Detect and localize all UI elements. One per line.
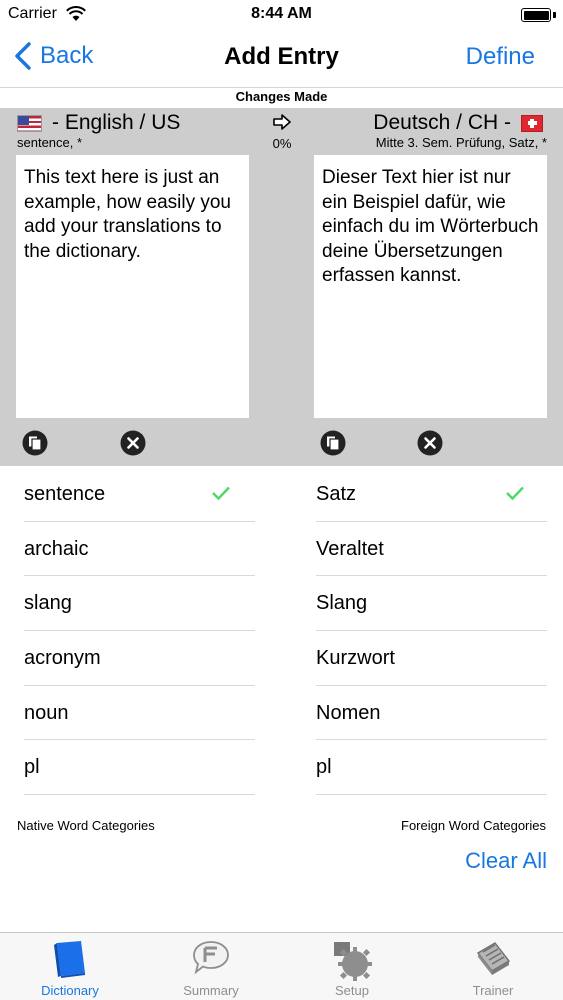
gear-icon: [334, 942, 372, 981]
category-label: Satz: [316, 483, 357, 505]
speech-bubble-icon: [193, 941, 229, 975]
navigation-bar: Back Add Entry Define: [0, 30, 563, 88]
category-label: noun: [24, 701, 69, 724]
native-language-label: - English / US: [52, 111, 181, 134]
tab-summary[interactable]: Summary: [141, 933, 281, 1000]
category-label: sentence: [24, 483, 106, 505]
tab-bar: Dictionary Summary Setup Trainer: [0, 932, 563, 1000]
list-item[interactable]: Nomen: [316, 686, 547, 741]
category-label: Slang: [316, 592, 368, 615]
tab-trainer[interactable]: Trainer: [423, 933, 563, 1000]
foreign-text-field[interactable]: Dieser Text hier ist nur ein Beispiel da…: [314, 155, 547, 418]
list-item[interactable]: noun: [24, 686, 255, 741]
clear-all-button[interactable]: Clear All: [465, 848, 547, 874]
define-button[interactable]: Define: [466, 43, 535, 71]
tab-dictionary[interactable]: Dictionary: [0, 933, 140, 1000]
card-stack-icon: [476, 942, 511, 975]
list-item[interactable]: sentence: [24, 467, 255, 522]
tab-label: Setup: [335, 983, 369, 998]
tab-label: Trainer: [472, 983, 514, 998]
battery-icon: [521, 8, 551, 22]
status-time: 8:44 AM: [251, 5, 312, 22]
list-item[interactable]: Kurzwort: [316, 631, 547, 686]
list-item[interactable]: Veraltet: [316, 522, 547, 577]
us-flag-icon: [17, 114, 42, 132]
foreign-subtitle: Mitte 3. Sem. Prüfung, Satz, *: [375, 135, 547, 150]
copy-foreign-icon[interactable]: [320, 430, 346, 456]
native-subtitle: sentence, *: [17, 135, 83, 150]
category-label: Veraltet: [316, 537, 384, 560]
native-text-field[interactable]: This text here is just an example, how e…: [16, 155, 249, 418]
list-item[interactable]: archaic: [24, 522, 255, 577]
category-label: slang: [24, 592, 72, 615]
copy-native-icon[interactable]: [22, 430, 48, 456]
native-language-button[interactable]: - English / US: [17, 111, 180, 135]
foreign-language-label: Deutsch / CH -: [373, 111, 511, 134]
chevron-left-icon: [15, 42, 31, 70]
progress-label: 0%: [272, 136, 292, 151]
tab-setup[interactable]: Setup: [282, 933, 422, 1000]
list-item[interactable]: pl: [316, 740, 547, 796]
arrow-right-icon[interactable]: [273, 114, 291, 130]
switzerland-flag-icon: [521, 114, 543, 132]
native-category-list: sentence archaic slang acronym noun pl: [24, 467, 255, 796]
checkmark-icon: [506, 486, 524, 501]
back-button[interactable]: Back: [14, 41, 93, 71]
changes-status-label: Changes Made: [235, 89, 328, 104]
category-label: archaic: [24, 537, 89, 560]
foreign-categories-label: Foreign Word Categories: [401, 818, 546, 833]
list-item[interactable]: pl: [24, 740, 255, 796]
foreign-language-button[interactable]: Deutsch / CH -: [373, 111, 543, 135]
status-bar: Carrier 8:44 AM: [0, 0, 563, 30]
category-label: pl: [24, 756, 40, 779]
clear-foreign-icon[interactable]: [417, 430, 443, 456]
category-label: Kurzwort: [316, 647, 395, 670]
foreign-category-list: Satz Veraltet Slang Kurzwort Nomen pl: [316, 467, 547, 796]
list-item[interactable]: Slang: [316, 576, 547, 632]
back-label: Back: [40, 42, 94, 69]
category-label: Nomen: [316, 701, 381, 724]
book-icon: [54, 941, 85, 978]
tab-label: Dictionary: [41, 983, 99, 998]
category-label: acronym: [24, 647, 101, 670]
translation-editor: - English / US sentence, * 0% Deutsch / …: [0, 108, 563, 466]
category-label: pl: [316, 756, 332, 779]
native-categories-label: Native Word Categories: [17, 818, 155, 833]
clear-native-icon[interactable]: [120, 430, 146, 456]
checkmark-icon: [212, 486, 230, 501]
list-item[interactable]: acronym: [24, 631, 255, 686]
battery-nub: [553, 12, 556, 18]
list-item[interactable]: slang: [24, 576, 255, 632]
list-item[interactable]: Satz: [316, 467, 547, 522]
tab-label: Summary: [183, 983, 239, 998]
